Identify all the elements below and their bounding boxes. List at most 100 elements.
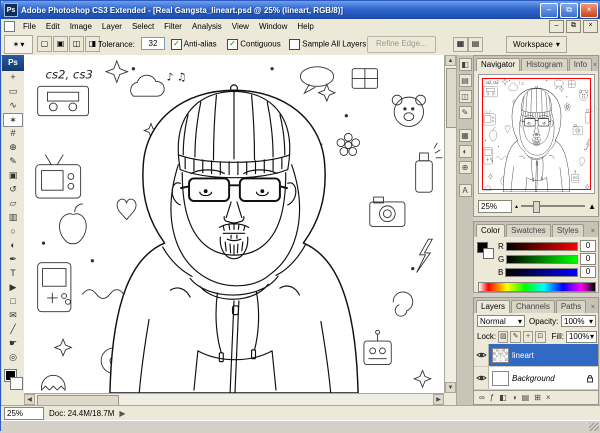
adjustment-layer-icon[interactable]: ◑ [512,393,517,402]
pen-tool[interactable]: ✒ [3,253,23,267]
lasso-tool[interactable]: ∿ [3,99,23,113]
menu-image[interactable]: Image [65,22,97,31]
vertical-scrollbar[interactable]: ▲ ▼ [444,55,456,393]
color-spectrum-ramp[interactable] [478,282,596,292]
visibility-toggle[interactable] [474,367,489,389]
menu-edit[interactable]: Edit [41,22,65,31]
add-selection-mode-button[interactable]: ▣ [53,36,68,52]
delete-layer-icon[interactable]: × [546,393,551,402]
layer-row-lineart[interactable]: lineart [474,344,598,367]
layer-style-icon[interactable]: ƒ [490,393,494,402]
layer-thumbnail[interactable] [492,348,509,363]
menu-layer[interactable]: Layer [97,22,127,31]
tab-channels[interactable]: Channels [511,300,555,313]
color-panel-swatches[interactable] [477,242,495,260]
resize-grip[interactable] [589,423,599,431]
layer-group-icon[interactable]: ▤ [522,393,530,402]
dock-panel-icon-3[interactable]: ◫ [459,90,472,103]
menu-window[interactable]: Window [254,22,292,31]
tab-info[interactable]: Info [569,58,592,71]
color-swatches[interactable] [2,367,24,391]
fill-field[interactable]: 100% ▾ [566,331,597,343]
history-brush-tool[interactable]: ↺ [3,183,23,197]
red-value-field[interactable]: 0 [580,240,596,252]
tab-color[interactable]: Color [476,224,505,237]
zoom-out-icon[interactable]: ▴ [515,203,518,210]
green-value-field[interactable]: 0 [580,253,596,265]
workspace-menu-button[interactable]: Workspace ▾ [506,36,567,53]
palette-well-icon[interactable]: ▦ [453,37,468,52]
tab-navigator[interactable]: Navigator [476,58,520,71]
minimize-button[interactable]: – [540,3,558,18]
scroll-up-arrow[interactable]: ▲ [445,55,456,66]
move-tool[interactable]: + [3,71,23,85]
dock-panel-icon-1[interactable]: ◧ [459,58,472,71]
restore-button[interactable]: ⧉ [560,3,578,18]
menu-filter[interactable]: Filter [159,22,187,31]
tab-styles[interactable]: Styles [552,224,584,237]
menu-analysis[interactable]: Analysis [187,22,227,31]
clone-stamp-tool[interactable]: ▣ [3,169,23,183]
opacity-field[interactable]: 100% ▾ [561,315,596,327]
anti-alias-checkbox[interactable]: ✓ Anti-alias [171,39,217,50]
subtract-selection-mode-button[interactable]: ◫ [69,36,84,52]
dock-panel-icon-7[interactable]: ⊕ [459,161,472,174]
eraser-tool[interactable]: ▱ [3,197,23,211]
scroll-right-arrow[interactable]: ▶ [433,394,444,405]
lock-image-icon[interactable]: ✎ [510,331,520,343]
navigator-zoom-field[interactable]: 25% [478,200,512,213]
doc-close-button[interactable]: × [583,20,598,33]
new-selection-mode-button[interactable]: ▢ [37,36,52,52]
new-layer-icon[interactable]: ⊞ [534,393,541,402]
refine-edge-button[interactable]: Refine Edge... [367,36,436,53]
status-menu-arrow-icon[interactable]: ▶ [119,409,125,418]
close-button[interactable]: × [580,3,598,18]
visibility-toggle[interactable] [474,344,489,366]
magic-wand-tool[interactable]: ✶ [3,113,23,127]
menu-view[interactable]: View [227,22,254,31]
path-selection-tool[interactable]: ▶ [3,281,23,295]
scroll-left-arrow[interactable]: ◀ [24,394,35,405]
tab-layers[interactable]: Layers [476,300,510,313]
rectangular-marquee-tool[interactable]: ▭ [3,85,23,99]
layer-thumbnail[interactable] [492,371,509,386]
status-zoom-field[interactable]: 25% [4,407,44,420]
layer-name[interactable]: lineart [512,351,534,360]
navigator-zoom-slider[interactable] [521,205,585,207]
menu-select[interactable]: Select [127,22,159,31]
hand-tool[interactable]: ☛ [3,337,23,351]
dock-panel-icon-2[interactable]: ▤ [459,74,472,87]
tab-histogram[interactable]: Histogram [521,58,567,71]
green-slider[interactable] [506,255,578,264]
panel-close-icon[interactable]: × [591,228,595,235]
menu-file[interactable]: File [18,22,41,31]
brush-tool[interactable]: ✎ [3,155,23,169]
panel-close-icon[interactable]: × [591,304,595,311]
sample-all-layers-checkbox[interactable]: Sample All Layers [289,39,366,50]
layer-row-background[interactable]: Background [474,367,598,390]
link-layers-icon[interactable]: ∞ [479,393,485,402]
tab-swatches[interactable]: Swatches [506,224,551,237]
zoom-slider-thumb[interactable] [533,201,540,213]
blue-value-field[interactable]: 0 [580,266,596,278]
blend-mode-select[interactable]: Normal ▾ [477,315,525,327]
gradient-tool[interactable]: ▥ [3,211,23,225]
doc-restore-button[interactable]: ⧉ [566,20,581,33]
scroll-down-arrow[interactable]: ▼ [445,382,456,393]
dock-panel-icon-8[interactable]: A [459,184,472,197]
shape-tool[interactable]: □ [3,295,23,309]
crop-tool[interactable]: # [3,127,23,141]
dock-panel-icon-5[interactable]: ▦ [459,129,472,142]
add-mask-icon[interactable]: ◧ [499,393,507,402]
horizontal-scrollbar[interactable]: ◀ ▶ [24,393,444,405]
background-color-swatch[interactable] [483,248,494,259]
document-canvas[interactable]: cs2, cs3 ♪ ♫ [24,55,444,393]
navigator-view-box[interactable] [482,78,591,190]
tool-preset-picker[interactable]: ✶ ▾ [4,35,33,54]
panel-close-icon[interactable]: × [593,62,597,69]
zoom-tool[interactable]: ◎ [3,351,23,365]
doc-minimize-button[interactable]: – [549,20,564,33]
grid-view-icon[interactable]: ▤ [468,37,483,52]
dock-panel-icon-6[interactable]: ◐ [459,145,472,158]
layer-name[interactable]: Background [512,374,555,383]
